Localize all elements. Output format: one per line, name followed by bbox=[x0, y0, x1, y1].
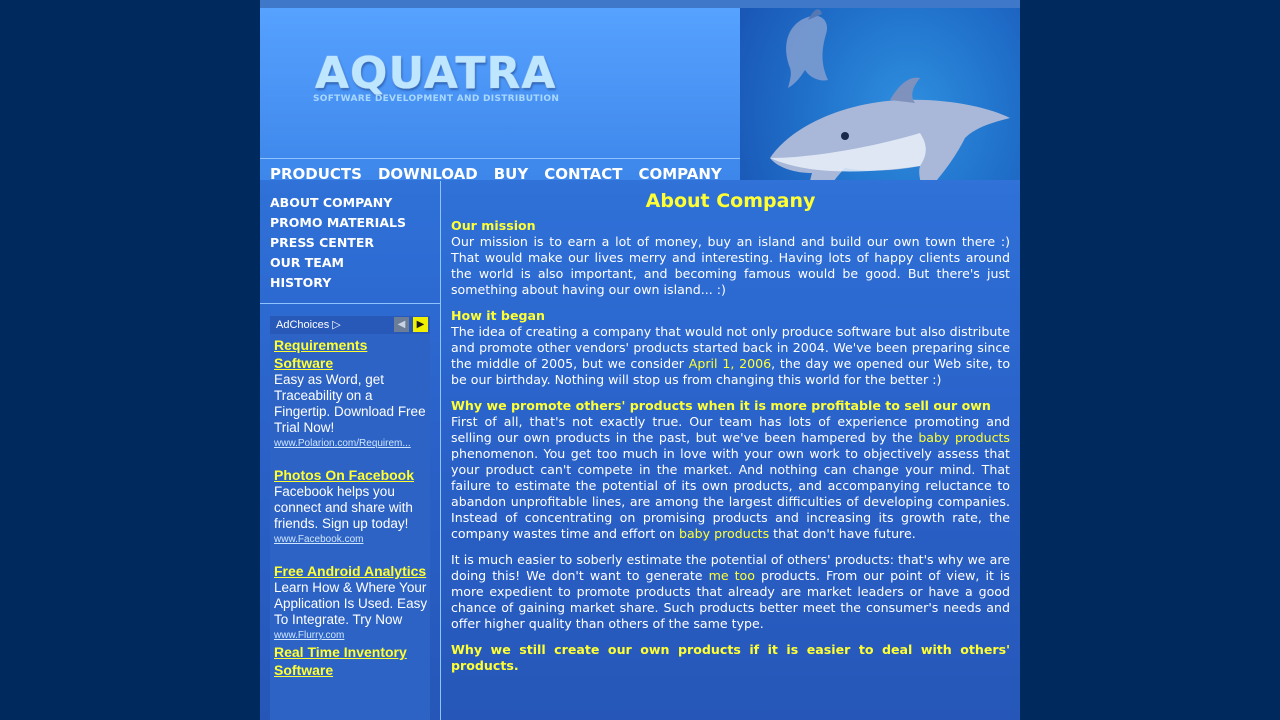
sidebar-divider bbox=[260, 303, 440, 304]
adchoices-icon: ▷ bbox=[332, 319, 341, 331]
sidebar-item-promo-materials[interactable]: PROMO MATERIALS bbox=[270, 213, 440, 233]
ad-next-arrow-icon[interactable]: ▶ bbox=[413, 317, 428, 332]
sidebar-item-about-company[interactable]: ABOUT COMPANY bbox=[270, 193, 440, 213]
ad-url[interactable]: www.Facebook.com bbox=[274, 534, 424, 545]
page: AQUATRA SOFTWARE DEVELOPMENT AND DISTRIB… bbox=[260, 0, 1020, 720]
section-heading-how-it-began: How it began bbox=[451, 308, 545, 323]
nav-buy[interactable]: BUY bbox=[494, 165, 528, 180]
why-promote-paragraph: First of all, that's not exactly true. O… bbox=[451, 414, 1010, 542]
side-navigation: ABOUT COMPANY PROMO MATERIALS PRESS CENT… bbox=[260, 181, 440, 293]
ad-url[interactable]: www.Polarion.com/Requirem... bbox=[274, 438, 424, 449]
small-dolphin bbox=[786, 9, 828, 89]
top-band bbox=[260, 0, 1020, 8]
ad-text: Learn How & Where Your Application Is Us… bbox=[274, 580, 428, 627]
ad-item: Real Time Inventory Software bbox=[270, 643, 430, 679]
sidebar-item-history[interactable]: HISTORY bbox=[270, 273, 440, 293]
main-content: About Company Our mission Our mission is… bbox=[451, 190, 1010, 720]
nav-download[interactable]: DOWNLOAD bbox=[378, 165, 478, 180]
me-too-link[interactable]: me too bbox=[709, 568, 755, 583]
baby-products-link[interactable]: baby products bbox=[918, 430, 1010, 445]
sidebar: ABOUT COMPANY PROMO MATERIALS PRESS CENT… bbox=[260, 181, 441, 720]
mission-paragraph: Our mission is to earn a lot of money, b… bbox=[451, 234, 1010, 297]
ad-block: AdChoices ▷ ◀ ▶ Requirements Software Ea… bbox=[270, 316, 430, 720]
ad-text: Facebook helps you connect and share wit… bbox=[274, 484, 413, 531]
ad-title[interactable]: Free Android Analytics bbox=[274, 562, 430, 580]
section-heading-why-promote: Why we promote others' products when it … bbox=[451, 398, 991, 413]
ad-title[interactable]: Photos On Facebook bbox=[274, 466, 430, 484]
nav-company[interactable]: COMPANY bbox=[638, 165, 721, 180]
ad-text: Easy as Word, get Traceability on a Fing… bbox=[274, 372, 426, 435]
ad-item: Free Android Analytics Learn How & Where… bbox=[270, 562, 430, 641]
ad-bar: AdChoices ▷ ◀ ▶ bbox=[270, 316, 430, 334]
nav-products[interactable]: PRODUCTS bbox=[270, 165, 362, 180]
birthday-link[interactable]: April 1, 2006 bbox=[689, 356, 771, 371]
page-title: About Company bbox=[645, 190, 816, 212]
nav-contact[interactable]: CONTACT bbox=[544, 165, 622, 180]
ad-prev-arrow-icon[interactable]: ◀ bbox=[394, 317, 409, 332]
adchoices-label: AdChoices bbox=[276, 319, 330, 331]
how-it-began-paragraph: The idea of creating a company that woul… bbox=[451, 324, 1010, 388]
sidebar-item-press-center[interactable]: PRESS CENTER bbox=[270, 233, 440, 253]
baby-products-link[interactable]: baby products bbox=[679, 526, 769, 541]
site-tagline: SOFTWARE DEVELOPMENT AND DISTRIBUTION bbox=[313, 94, 560, 104]
ad-title[interactable]: Requirements Software bbox=[274, 336, 430, 372]
section-heading-still-create: Why we still create our own products if … bbox=[451, 642, 1010, 673]
text-run: that don't have future. bbox=[769, 526, 916, 541]
ad-item: Photos On Facebook Facebook helps you co… bbox=[270, 466, 430, 545]
ad-item: Requirements Software Easy as Word, get … bbox=[270, 336, 430, 449]
header: AQUATRA SOFTWARE DEVELOPMENT AND DISTRIB… bbox=[260, 8, 1020, 180]
top-navigation: PRODUCTS DOWNLOAD BUY CONTACT COMPANY bbox=[260, 158, 740, 180]
easier-paragraph: It is much easier to soberly estimate th… bbox=[451, 552, 1010, 632]
ad-title[interactable]: Real Time Inventory Software bbox=[274, 643, 430, 679]
dolphins-image bbox=[770, 9, 1010, 180]
large-dolphin bbox=[770, 77, 1010, 180]
adchoices-link[interactable]: AdChoices ▷ bbox=[276, 318, 341, 331]
ad-url[interactable]: www.Flurry.com bbox=[274, 630, 424, 641]
section-heading-mission: Our mission bbox=[451, 218, 536, 233]
site-logo[interactable]: AQUATRA bbox=[315, 48, 556, 99]
sidebar-item-our-team[interactable]: OUR TEAM bbox=[270, 253, 440, 273]
